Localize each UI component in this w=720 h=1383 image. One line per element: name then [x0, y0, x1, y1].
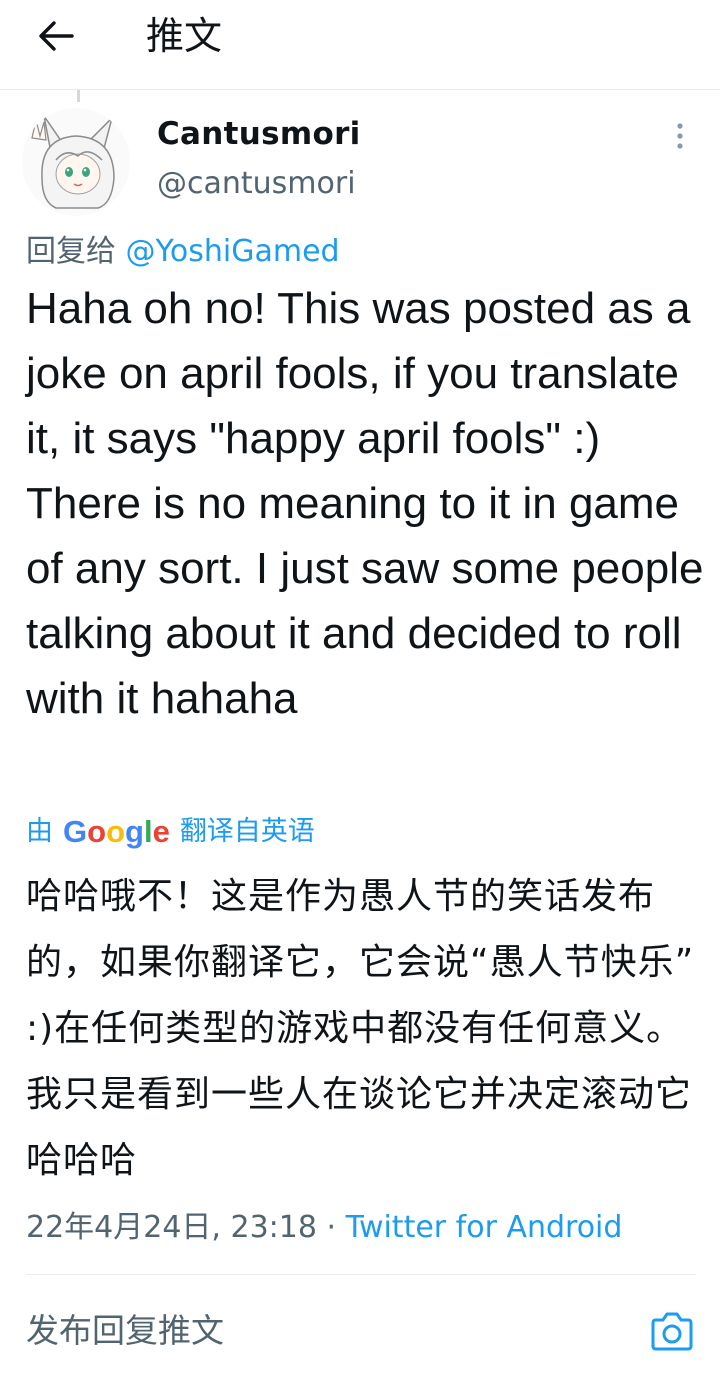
- meta-separator: ·: [316, 1210, 346, 1245]
- divider: [26, 1274, 696, 1275]
- timestamp[interactable]: 22年4月24日, 23:18: [26, 1210, 317, 1245]
- tweet-meta: 22年4月24日, 23:18 · Twitter for Android: [26, 1206, 622, 1250]
- reply-mention-link[interactable]: @YoshiGamed: [126, 234, 340, 269]
- more-options-button[interactable]: [666, 118, 694, 158]
- camera-button[interactable]: [648, 1308, 696, 1356]
- user-handle[interactable]: @cantusmori: [157, 162, 356, 206]
- google-logo: Google: [63, 814, 170, 849]
- tweet-text: Haha oh no! This was posted as a joke on…: [26, 284, 704, 723]
- back-button[interactable]: [34, 14, 78, 58]
- reply-context: 回复给 @YoshiGamed: [26, 230, 340, 274]
- top-app-bar: 推文: [0, 0, 720, 90]
- arrow-left-icon: [39, 21, 74, 51]
- page-title: 推文: [146, 14, 223, 58]
- avatar[interactable]: [22, 108, 130, 216]
- more-vertical-icon: [677, 123, 683, 149]
- translation-prefix: 由: [26, 816, 53, 847]
- translation-attribution[interactable]: 由 Google 翻译自英语: [26, 812, 315, 852]
- avatar-illustration: [22, 108, 130, 216]
- reply-input[interactable]: 发布回复推文: [26, 1308, 224, 1354]
- source-link[interactable]: Twitter for Android: [346, 1210, 623, 1245]
- translated-text: 哈哈哦不！这是作为愚人节的笑话发布的，如果你翻译它，它会说“愚人节快乐” :)在…: [26, 876, 695, 1181]
- translation-suffix: 翻译自英语: [179, 816, 315, 847]
- reply-prefix: 回复给: [26, 234, 116, 269]
- display-name[interactable]: Cantusmori: [157, 112, 361, 156]
- camera-icon: [651, 1312, 693, 1351]
- thread-connector: [77, 90, 80, 102]
